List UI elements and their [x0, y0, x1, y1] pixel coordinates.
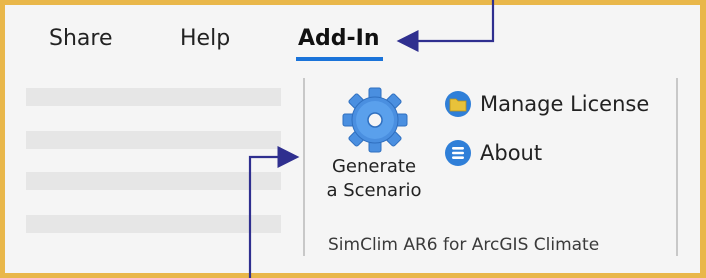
info-list-icon	[445, 140, 471, 166]
ribbon-window: Share Help Add-In Generate a Scenario Ma…	[5, 5, 700, 273]
group-label: SimClim AR6 for ArcGIS Climate	[328, 235, 600, 255]
generate-scenario-label[interactable]: Generate a Scenario	[319, 155, 429, 203]
generate-label-line1: Generate	[331, 156, 417, 177]
tab-add-in[interactable]: Add-In	[298, 25, 380, 53]
manage-license-label: Manage License	[480, 92, 650, 116]
tab-help[interactable]: Help	[180, 25, 230, 53]
license-icon	[445, 91, 471, 117]
placeholder-bar	[26, 131, 281, 149]
about-button[interactable]: About	[444, 138, 542, 168]
placeholder-bar	[26, 172, 281, 190]
about-label: About	[480, 141, 543, 165]
tab-share[interactable]: Share	[49, 25, 113, 53]
generate-label-line2: a Scenario	[326, 180, 422, 201]
placeholder-bar	[26, 88, 281, 106]
manage-license-button[interactable]: Manage License	[444, 89, 649, 119]
group-divider-left	[303, 78, 305, 256]
generate-scenario-button[interactable]	[340, 83, 410, 157]
gear-icon	[342, 87, 408, 153]
active-tab-indicator	[296, 57, 383, 61]
placeholder-bar	[26, 215, 281, 233]
group-divider-right	[676, 78, 678, 256]
